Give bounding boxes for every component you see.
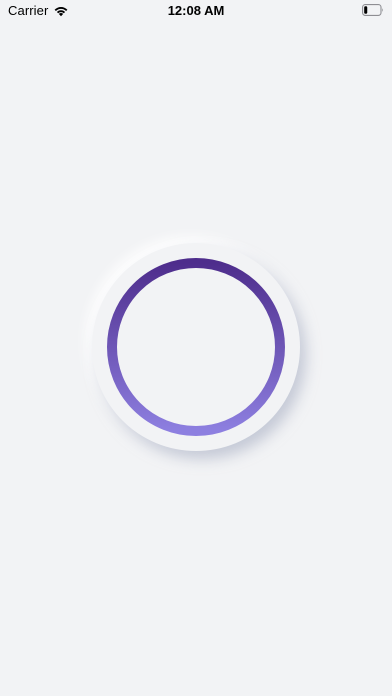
battery-icon (362, 4, 384, 16)
status-bar: Carrier 12:08 AM (0, 0, 392, 22)
progress-knob[interactable] (92, 243, 300, 451)
clock: 12:08 AM (167, 3, 225, 18)
knob-face (118, 269, 274, 425)
